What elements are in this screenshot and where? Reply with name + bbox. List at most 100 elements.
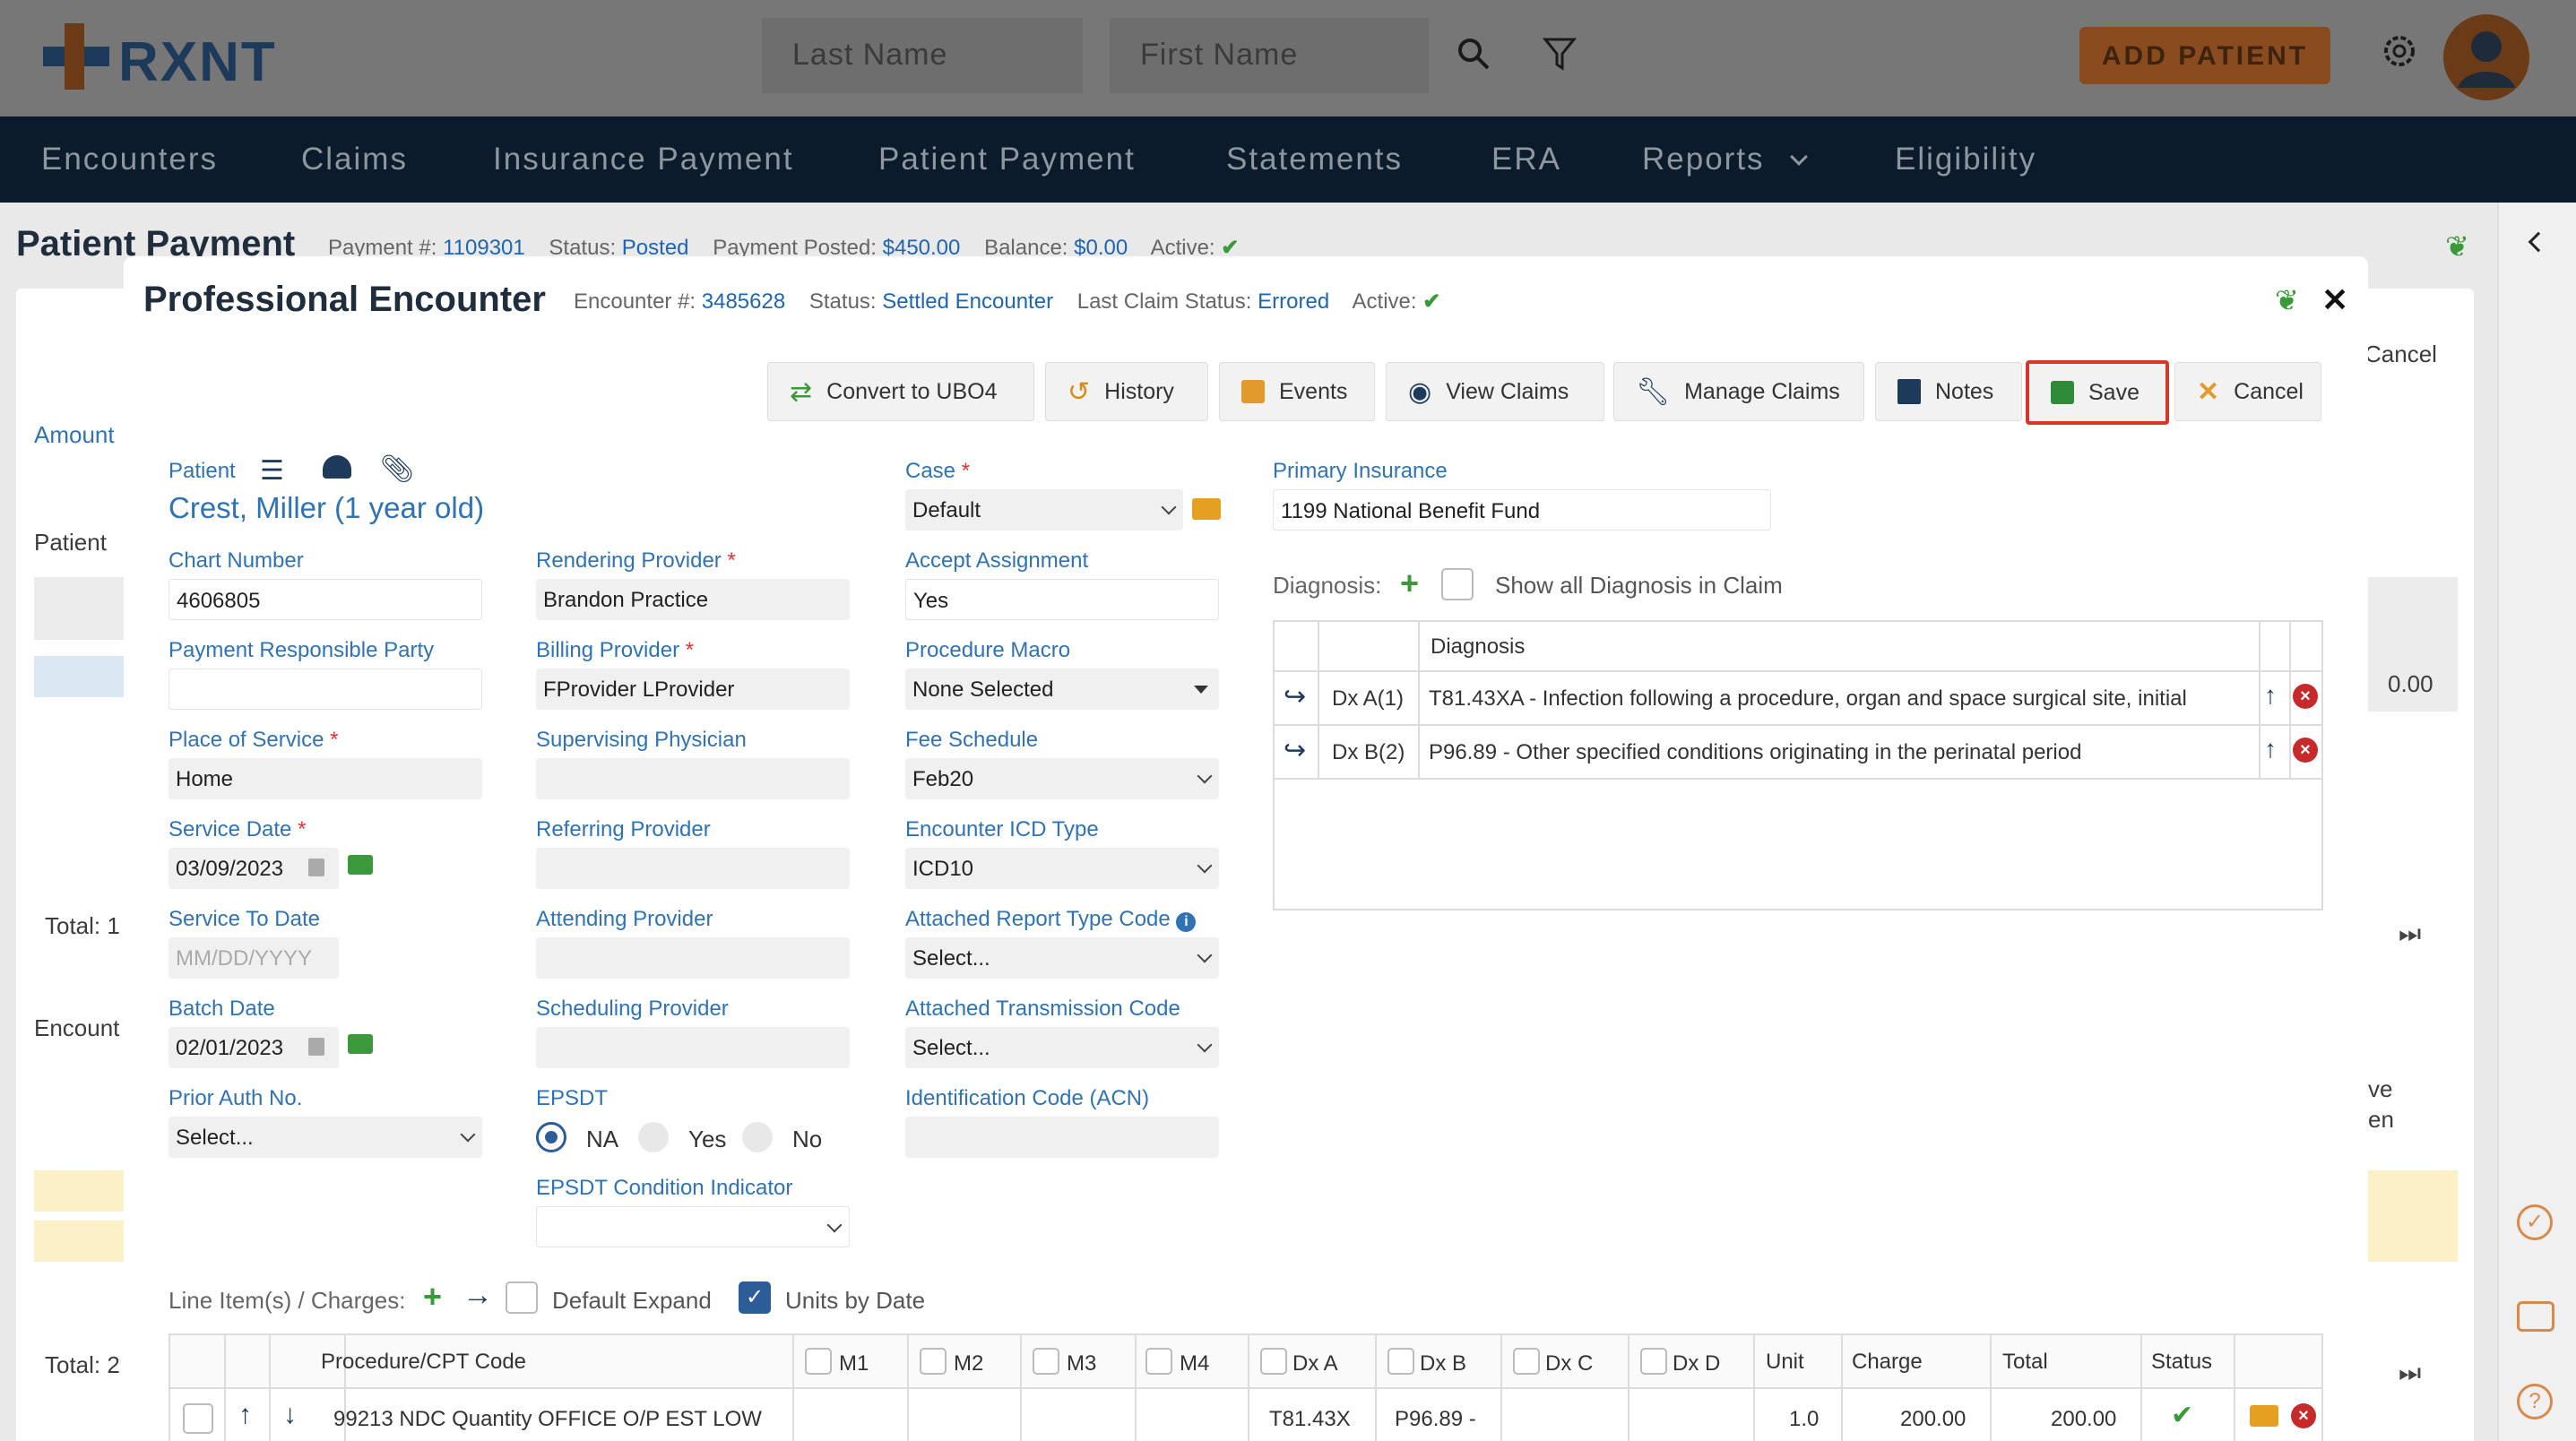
filter-icon[interactable] <box>1542 36 1578 72</box>
fee-schedule-select[interactable]: Feb20 <box>905 758 1219 799</box>
bg-total1: Total: 1 <box>45 912 120 939</box>
line-charge[interactable]: 200.00 <box>1900 1407 1966 1432</box>
unlock-icon-2[interactable] <box>348 1034 373 1054</box>
share-arrow-icon[interactable]: ↪ <box>1284 681 1306 712</box>
unlock-icon[interactable] <box>348 855 373 875</box>
remove-line-icon[interactable]: × <box>2291 1403 2316 1428</box>
encounter-number[interactable]: 3485628 <box>702 289 785 314</box>
prior-auth-select[interactable]: Select... <box>169 1117 482 1158</box>
report-type-select[interactable]: Select... <box>905 937 1219 979</box>
logo-text: RXNT <box>118 31 277 93</box>
folder-open-icon[interactable] <box>1192 498 1221 520</box>
nav-statements[interactable]: Statements <box>1226 142 1403 177</box>
arrow-right-icon[interactable]: → <box>462 1278 493 1313</box>
notes-button[interactable]: Notes <box>1875 362 2022 421</box>
move-up-icon[interactable]: ↑ <box>2264 735 2277 764</box>
nav-patient-payment[interactable]: Patient Payment <box>878 142 1136 177</box>
search-icon[interactable] <box>1456 36 1491 72</box>
save-button[interactable]: Save <box>2026 360 2169 425</box>
referring-provider-field[interactable] <box>536 848 850 889</box>
history-button[interactable]: ↺ History <box>1045 362 1208 421</box>
calendar-small-icon-2[interactable] <box>308 1038 324 1056</box>
payment-party-field[interactable] <box>169 669 482 710</box>
remove-diagnosis-icon[interactable]: × <box>2293 684 2318 709</box>
manage-claims-button[interactable]: 🔧︎ Manage Claims <box>1613 362 1864 421</box>
m1-checkbox[interactable] <box>805 1348 832 1375</box>
events-button[interactable]: Events <box>1219 362 1375 421</box>
nav-era[interactable]: ERA <box>1491 142 1561 177</box>
cancel-button[interactable]: ✕ Cancel <box>2174 362 2321 421</box>
dashboard-icon[interactable] <box>323 455 351 479</box>
supervising-physician-field[interactable] <box>536 758 850 799</box>
chat-icon[interactable] <box>2517 1301 2554 1332</box>
last-name-search[interactable]: Last Name <box>762 18 1083 93</box>
first-name-search[interactable]: First Name <box>1110 18 1429 93</box>
task-check-icon[interactable]: ✓ <box>2517 1204 2553 1240</box>
scheduling-provider-field[interactable] <box>536 1027 850 1068</box>
m4-checkbox[interactable] <box>1145 1348 1172 1375</box>
line-dx-a[interactable]: T81.43X <box>1269 1407 1351 1432</box>
paperclip-icon[interactable]: 📎︎ <box>380 453 414 485</box>
status-check-icon: ✔ <box>2171 1401 2194 1430</box>
show-all-diagnosis-checkbox[interactable] <box>1441 568 1474 600</box>
close-icon[interactable]: ✕ <box>2321 281 2348 319</box>
m3-checkbox[interactable] <box>1033 1348 1059 1375</box>
m2-checkbox[interactable] <box>920 1348 947 1375</box>
dxc-checkbox[interactable] <box>1513 1348 1540 1375</box>
procedure-macro-select[interactable]: None Selected <box>905 669 1219 710</box>
epsdt-yes-radio[interactable] <box>638 1122 669 1152</box>
dxd-checkbox[interactable] <box>1640 1348 1667 1375</box>
calendar-small-icon[interactable] <box>308 859 324 876</box>
list-icon[interactable]: ☰ <box>260 455 284 487</box>
add-line-item-icon[interactable]: + <box>423 1278 442 1316</box>
chart-number-field[interactable]: 4606805 <box>169 579 482 620</box>
units-by-date-checkbox[interactable]: ✓ <box>739 1281 771 1314</box>
move-up-icon[interactable]: ↑ <box>2264 681 2277 710</box>
dxa-checkbox[interactable] <box>1260 1348 1287 1375</box>
acn-field[interactable] <box>905 1117 1219 1158</box>
dxb-checkbox[interactable] <box>1387 1348 1414 1375</box>
user-avatar[interactable] <box>2443 14 2529 100</box>
nav-eligibility[interactable]: Eligibility <box>1895 142 2036 177</box>
service-to-date-field[interactable]: MM/DD/YYYY <box>169 937 339 979</box>
share-arrow-icon[interactable]: ↪ <box>1284 735 1306 766</box>
nav-encounters[interactable]: Encounters <box>41 142 218 177</box>
nav-reports[interactable]: Reports <box>1642 142 1765 177</box>
attending-provider-field[interactable] <box>536 937 850 979</box>
view-claims-button[interactable]: ◉ View Claims <box>1386 362 1604 421</box>
line-unit[interactable]: 1.0 <box>1789 1407 1819 1432</box>
epsdt-condition-select[interactable] <box>536 1206 850 1247</box>
bg-patient-label: Patient <box>34 529 107 556</box>
patient-name[interactable]: Crest, Miller (1 year old) <box>169 491 484 525</box>
billing-provider-field[interactable]: FProvider LProvider <box>536 669 850 710</box>
folder-open-icon[interactable] <box>2250 1405 2278 1427</box>
epsdt-na-radio[interactable] <box>536 1122 566 1152</box>
nav-insurance-payment[interactable]: Insurance Payment <box>493 142 794 177</box>
epsdt-no-radio[interactable] <box>742 1122 773 1152</box>
line-dx-b[interactable]: P96.89 - <box>1395 1407 1476 1432</box>
remove-diagnosis-icon[interactable]: × <box>2293 738 2318 763</box>
icd-type-label: Encounter ICD Type <box>905 817 1099 841</box>
accept-assignment-field[interactable]: Yes <box>905 579 1219 620</box>
rendering-provider-field[interactable]: Brandon Practice <box>536 579 850 620</box>
nav-claims[interactable]: Claims <box>301 142 408 177</box>
convert-ubo4-button[interactable]: ⇄ Convert to UBO4 <box>767 362 1034 421</box>
skip-end-icon-2[interactable]: ⏭ <box>2399 1359 2421 1388</box>
move-up-icon[interactable]: ↑ <box>238 1400 252 1430</box>
help-icon[interactable]: ? <box>2517 1384 2553 1419</box>
add-diagnosis-icon[interactable]: + <box>1400 565 1419 602</box>
icd-type-select[interactable]: ICD10 <box>905 848 1219 889</box>
move-down-icon[interactable]: ↓ <box>283 1400 297 1430</box>
add-patient-button[interactable]: ADD PATIENT <box>2079 27 2330 84</box>
transmission-code-select[interactable]: Select... <box>905 1027 1219 1068</box>
place-of-service-field[interactable]: Home <box>169 758 482 799</box>
skip-end-icon[interactable]: ⏭ <box>2399 919 2421 949</box>
gear-icon[interactable] <box>2381 32 2418 70</box>
line-select-checkbox[interactable] <box>183 1403 213 1434</box>
line-cpt-code[interactable]: 99213 NDC Quantity OFFICE O/P EST LOW <box>333 1407 762 1432</box>
case-select[interactable]: Default <box>905 489 1183 531</box>
default-expand-checkbox[interactable] <box>506 1281 538 1314</box>
primary-insurance-field[interactable]: 1199 National Benefit Fund <box>1273 489 1771 531</box>
info-icon[interactable]: i <box>1176 912 1197 932</box>
logo[interactable]: RXNT <box>43 23 303 93</box>
